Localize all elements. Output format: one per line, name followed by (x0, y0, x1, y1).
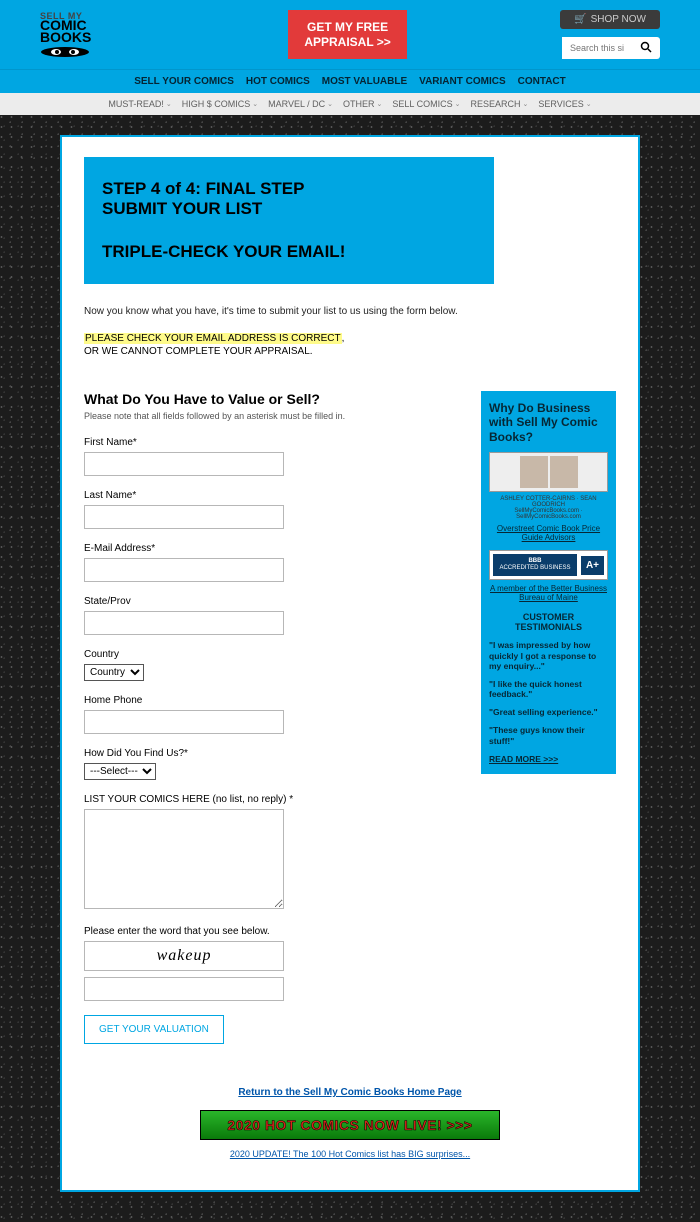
nav-contact[interactable]: CONTACT (518, 76, 566, 87)
comics-list-label: LIST YOUR COMICS HERE (no list, no reply… (84, 794, 459, 805)
hot-comics-banner[interactable]: 2020 HOT COMICS NOW LIVE! >>> (200, 1110, 500, 1140)
warning-line2: OR WE CANNOT COMPLETE YOUR APPRAISAL. (84, 346, 616, 357)
page-background: STEP 4 of 4: FINAL STEP SUBMIT YOUR LIST… (0, 115, 700, 1222)
subnav-marvel-dc[interactable]: MARVEL / DC⌄ (268, 99, 333, 109)
phone-input[interactable] (84, 710, 284, 734)
first-name-input[interactable] (84, 452, 284, 476)
valuation-form: What Do You Have to Value or Sell? Pleas… (84, 391, 459, 1044)
return-home-link[interactable]: Return to the Sell My Comic Books Home P… (238, 1087, 461, 1098)
captcha-input[interactable] (84, 977, 284, 1001)
last-name-label: Last Name* (84, 490, 459, 501)
main-content: STEP 4 of 4: FINAL STEP SUBMIT YOUR LIST… (60, 135, 640, 1192)
banner-sub-link[interactable]: 2020 UPDATE! The 100 Hot Comics list has… (230, 1149, 470, 1159)
free-appraisal-button[interactable]: GET MY FREE APPRAISAL >> (288, 10, 406, 59)
bbb-badge[interactable]: BBBACCREDITED BUSINESS A+ (489, 550, 608, 580)
chevron-down-icon: ⌄ (252, 100, 258, 108)
secondary-nav: MUST-READ!⌄ HIGH $ COMICS⌄ MARVEL / DC⌄ OTH… (0, 93, 700, 115)
email-label: E-Mail Address* (84, 543, 459, 554)
hero-title: STEP 4 of 4: FINAL STEP SUBMIT YOUR LIST (102, 179, 476, 220)
search-input[interactable] (562, 37, 632, 59)
testimonial: "I like the quick honest feedback." (489, 679, 608, 699)
testimonials-heading: CUSTOMER TESTIMONIALS (489, 612, 608, 632)
comics-list-textarea[interactable] (84, 809, 284, 909)
subnav-high-comics[interactable]: HIGH $ COMICS⌄ (182, 99, 258, 109)
nav-sell-your-comics[interactable]: SELL YOUR COMICS (134, 76, 234, 87)
site-logo[interactable]: SELL MY COMIC BOOKS (40, 13, 135, 56)
first-name-label: First Name* (84, 437, 459, 448)
primary-nav: SELL YOUR COMICS HOT COMICS MOST VALUABLE V… (0, 69, 700, 93)
why-sidebar: Why Do Business with Sell My Comic Books… (481, 391, 616, 774)
testimonial: "I was impressed by how quickly I got a … (489, 640, 608, 671)
captcha-label: Please enter the word that you see below… (84, 926, 459, 937)
site-search (562, 37, 660, 59)
logo-line3: BOOKS (40, 32, 135, 44)
hero-subtitle: TRIPLE-CHECK YOUR EMAIL! (102, 242, 476, 262)
chevron-down-icon: ⌄ (523, 100, 529, 108)
cart-icon: 🛒 (574, 14, 586, 25)
shop-now-button[interactable]: 🛒 SHOP NOW (560, 10, 660, 29)
email-input[interactable] (84, 558, 284, 582)
chevron-down-icon: ⌄ (327, 100, 333, 108)
testimonial: "Great selling experience." (489, 707, 608, 717)
state-input[interactable] (84, 611, 284, 635)
testimonial: "These guys know their stuff!" (489, 725, 608, 745)
submit-button[interactable]: GET YOUR VALUATION (84, 1015, 224, 1044)
subnav-sell-comics[interactable]: SELL COMICS⌄ (392, 99, 460, 109)
chevron-down-icon: ⌄ (377, 100, 383, 108)
form-note: Please note that all fields followed by … (84, 411, 459, 421)
chevron-down-icon: ⌄ (166, 100, 172, 108)
read-more-link[interactable]: READ MORE >>> (489, 754, 608, 764)
warning-line1: PLEASE CHECK YOUR EMAIL ADDRESS IS CORRE… (84, 333, 616, 344)
state-label: State/Prov (84, 596, 459, 607)
nav-variant-comics[interactable]: VARIANT COMICS (419, 76, 505, 87)
bbb-caption-link[interactable]: A member of the Better Business Bureau o… (489, 584, 608, 602)
subnav-must-read-[interactable]: MUST-READ!⌄ (108, 99, 171, 109)
intro-text: Now you know what you have, it's time to… (84, 306, 616, 317)
subnav-other[interactable]: OTHER⌄ (343, 99, 382, 109)
how-found-label: How Did You Find Us?* (84, 748, 459, 759)
nav-most-valuable[interactable]: MOST VALUABLE (322, 76, 407, 87)
search-icon[interactable] (632, 41, 660, 56)
mask-icon (40, 46, 90, 56)
advisor-names: ASHLEY COTTER-CAIRNS · SEAN GOODRICHSell… (489, 496, 608, 520)
sidebar-heading: Why Do Business with Sell My Comic Books… (489, 401, 608, 444)
bbb-grade: A+ (581, 556, 604, 575)
how-found-select[interactable]: ---Select--- (84, 763, 156, 780)
subnav-research[interactable]: RESEARCH⌄ (470, 99, 528, 109)
hero-panel: STEP 4 of 4: FINAL STEP SUBMIT YOUR LIST… (84, 157, 494, 284)
country-select[interactable]: Country (84, 664, 144, 681)
chevron-down-icon: ⌄ (586, 100, 592, 108)
form-heading: What Do You Have to Value or Sell? (84, 391, 459, 407)
advisors-photo (489, 452, 608, 492)
nav-hot-comics[interactable]: HOT COMICS (246, 76, 310, 87)
top-header: SELL MY COMIC BOOKS GET MY FREE APPRAISA… (0, 0, 700, 69)
advisor-caption-link[interactable]: Overstreet Comic Book Price Guide Adviso… (489, 524, 608, 542)
chevron-down-icon: ⌄ (455, 100, 461, 108)
captcha-image: wakeup (84, 941, 284, 971)
country-label: Country (84, 649, 459, 660)
phone-label: Home Phone (84, 695, 459, 706)
subnav-services[interactable]: SERVICES⌄ (538, 99, 591, 109)
last-name-input[interactable] (84, 505, 284, 529)
